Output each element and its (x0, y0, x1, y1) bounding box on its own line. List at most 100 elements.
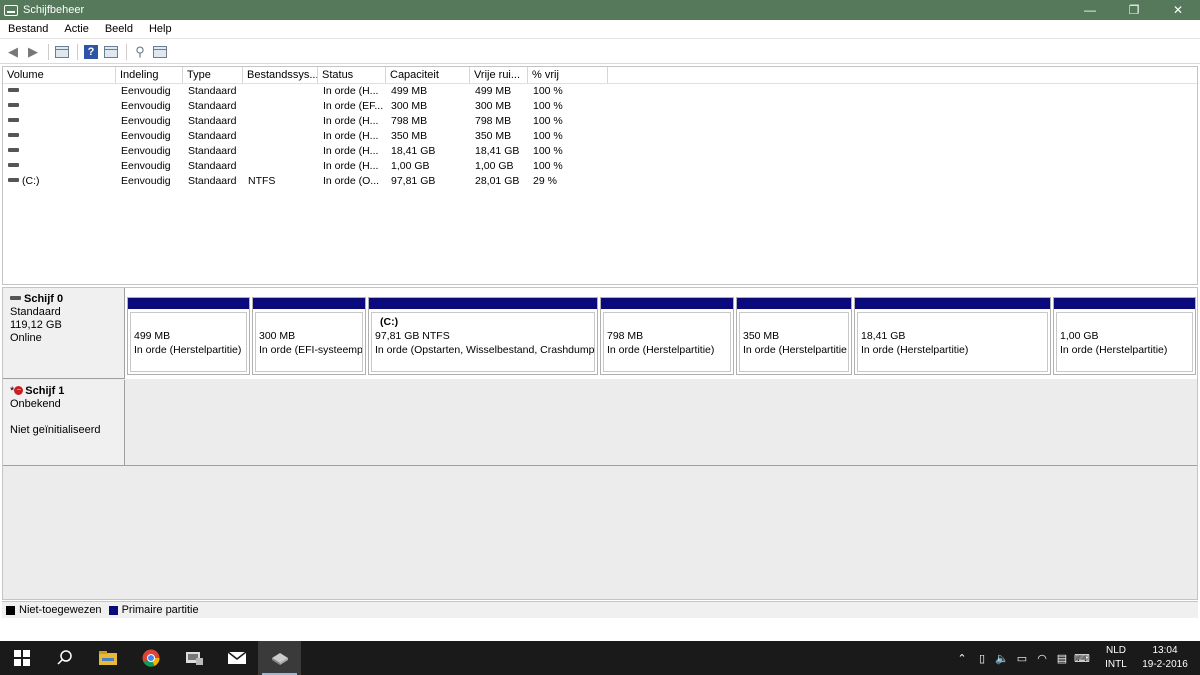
volume-list-body: Eenvoudig Standaard In orde (H... 499 MB 499… (3, 84, 1197, 189)
chevron-up-icon[interactable]: ⌃ (952, 652, 972, 665)
disk-0-type: Standaard (10, 306, 61, 318)
menu-bestand[interactable]: Bestand (0, 23, 56, 35)
clock-time: 13:04 (1152, 645, 1178, 656)
table-cell: 18,41 GB (475, 145, 520, 157)
table-cell: Eenvoudig (121, 175, 171, 187)
table-cell: 28,01 GB (475, 175, 520, 187)
properties-icon[interactable] (102, 43, 120, 61)
partition[interactable]: 18,41 GB In orde (Herstelpartitie) (854, 297, 1051, 375)
table-cell: 100 % (533, 145, 563, 157)
legend-primary-partition: Primaire partitie (108, 604, 199, 616)
chrome-button[interactable] (129, 641, 172, 675)
clock[interactable]: 13:04 19-2-2016 (1134, 644, 1196, 672)
legend-swatch (108, 605, 118, 615)
disk-1-area[interactable] (125, 380, 1197, 466)
table-cell: In orde (H... (323, 160, 379, 172)
column-type[interactable]: Type (183, 67, 243, 83)
table-cell: NTFS (248, 175, 276, 187)
table-row[interactable]: Eenvoudig Standaard In orde (H... 18,41 GB 1… (3, 144, 1197, 159)
mail-button[interactable] (215, 641, 258, 675)
partition[interactable]: 300 MB In orde (EFI-systeemp (252, 297, 366, 375)
table-row[interactable]: (C:) Eenvoudig Standaard NTFS In orde (O... 9… (3, 174, 1197, 189)
menu-help[interactable]: Help (141, 23, 180, 35)
app-button[interactable] (172, 641, 215, 675)
usb-icon[interactable]: ▯ (972, 652, 992, 665)
volume-name: (C:) (22, 175, 40, 187)
taskbar: ⌃ ▯ 🔈 ▭ ◠ ▤ ⌨ NLD INTL 13:04 19-2-2016 (0, 641, 1200, 675)
file-explorer-button[interactable] (86, 641, 129, 675)
forward-arrow-icon[interactable]: ▶ (24, 43, 42, 61)
table-cell: Eenvoudig (121, 100, 171, 112)
partition[interactable]: 798 MB In orde (Herstelpartitie) (600, 297, 734, 375)
connect-icon[interactable]: ⚲ (131, 43, 149, 61)
column-percent-vrij[interactable]: % vrij (528, 67, 608, 83)
partition-info: 18,41 GB In orde (Herstelpartitie) (857, 312, 1048, 372)
partition-info: (C:) 97,81 GB NTFS In orde (Opstarten, Wis… (371, 312, 595, 372)
table-row[interactable]: Eenvoudig Standaard In orde (H... 1,00 GB 1,… (3, 159, 1197, 174)
disk-1-type: Onbekend (10, 398, 61, 410)
keyboard-icon[interactable]: ⌨ (1072, 652, 1092, 665)
partition-info: 300 MB In orde (EFI-systeemp (255, 312, 363, 372)
partition-type-bar (369, 298, 597, 309)
clock-date: 19-2-2016 (1142, 659, 1188, 670)
search-button[interactable] (43, 641, 86, 675)
toolbar-divider (77, 43, 78, 60)
table-cell: Standaard (188, 145, 237, 157)
show-hide-console-tree-icon[interactable] (53, 43, 71, 61)
partition-size: 798 MB (607, 330, 644, 342)
volume-icon (8, 163, 19, 168)
disk-management-icon (4, 4, 18, 16)
settings-view-icon[interactable] (151, 43, 169, 61)
wifi-icon[interactable]: ◠ (1032, 652, 1052, 665)
column-vrije-ruimte[interactable]: Vrije rui... (470, 67, 528, 83)
language-indicator[interactable]: NLD INTL (1098, 644, 1134, 672)
disk-1-label[interactable]: * − Schijf 1 Onbekend Niet geïnitialiseerd (3, 380, 125, 466)
close-button[interactable]: ✕ (1156, 0, 1200, 20)
table-row[interactable]: Eenvoudig Standaard In orde (EF... 300 MB 30… (3, 99, 1197, 114)
battery-icon[interactable]: ▭ (1012, 652, 1032, 665)
partition-type-bar (1054, 298, 1195, 309)
windows-logo-icon (13, 650, 30, 666)
disk-0-label[interactable]: Schijf 0 Standaard 119,12 GB Online (3, 288, 125, 379)
mail-icon (227, 651, 246, 664)
volume-icon (8, 178, 19, 183)
minimize-button[interactable]: — (1068, 0, 1112, 20)
table-row[interactable]: Eenvoudig Standaard In orde (H... 350 MB 350… (3, 129, 1197, 144)
column-bestandssysteem[interactable]: Bestandssys... (243, 67, 318, 83)
table-row[interactable]: Eenvoudig Standaard In orde (H... 798 MB 798… (3, 114, 1197, 129)
window-controls: — ❐ ✕ (1068, 0, 1200, 20)
help-icon[interactable]: ? (82, 43, 100, 61)
column-status[interactable]: Status (318, 67, 386, 83)
search-icon (56, 650, 72, 665)
partition-status: In orde (Herstelpartitie) (861, 344, 969, 356)
system-tray: ⌃ ▯ 🔈 ▭ ◠ ▤ ⌨ NLD INTL 13:04 19-2-2016 (952, 641, 1200, 675)
partition-size: 350 MB (743, 330, 780, 342)
table-cell: In orde (H... (323, 130, 379, 142)
back-arrow-icon[interactable]: ◀ (4, 43, 22, 61)
column-volume[interactable]: Volume (3, 67, 116, 83)
menu-beeld[interactable]: Beeld (97, 23, 141, 35)
action-center-icon[interactable]: ▤ (1052, 652, 1072, 665)
toolbar: ◀ ▶ ? ⚲ (0, 40, 1200, 64)
partition[interactable]: (C:) 97,81 GB NTFS In orde (Opstarten, Wis… (368, 297, 598, 375)
column-capaciteit[interactable]: Capaciteit (386, 67, 470, 83)
volume-icon[interactable]: 🔈 (992, 652, 1012, 665)
disk-icon (10, 296, 21, 301)
column-indeling[interactable]: Indeling (116, 67, 183, 83)
start-button[interactable] (0, 641, 43, 675)
maximize-button[interactable]: ❐ (1112, 0, 1156, 20)
partition[interactable]: 499 MB In orde (Herstelpartitie) (127, 297, 250, 375)
table-cell: In orde (EF... (323, 100, 384, 112)
window-title: Schijfbeheer (23, 4, 85, 16)
menu-actie[interactable]: Actie (56, 23, 96, 35)
volume-icon (8, 103, 19, 108)
table-cell: Standaard (188, 100, 237, 112)
table-cell: 100 % (533, 85, 563, 97)
table-cell (3, 114, 116, 129)
partition[interactable]: 350 MB In orde (Herstelpartitie (736, 297, 852, 375)
table-cell: Eenvoudig (121, 115, 171, 127)
toolbar-divider (126, 43, 127, 60)
partition[interactable]: 1,00 GB In orde (Herstelpartitie) (1053, 297, 1196, 375)
disk-management-taskbar-button[interactable] (258, 641, 301, 675)
table-row[interactable]: Eenvoudig Standaard In orde (H... 499 MB 499… (3, 84, 1197, 99)
